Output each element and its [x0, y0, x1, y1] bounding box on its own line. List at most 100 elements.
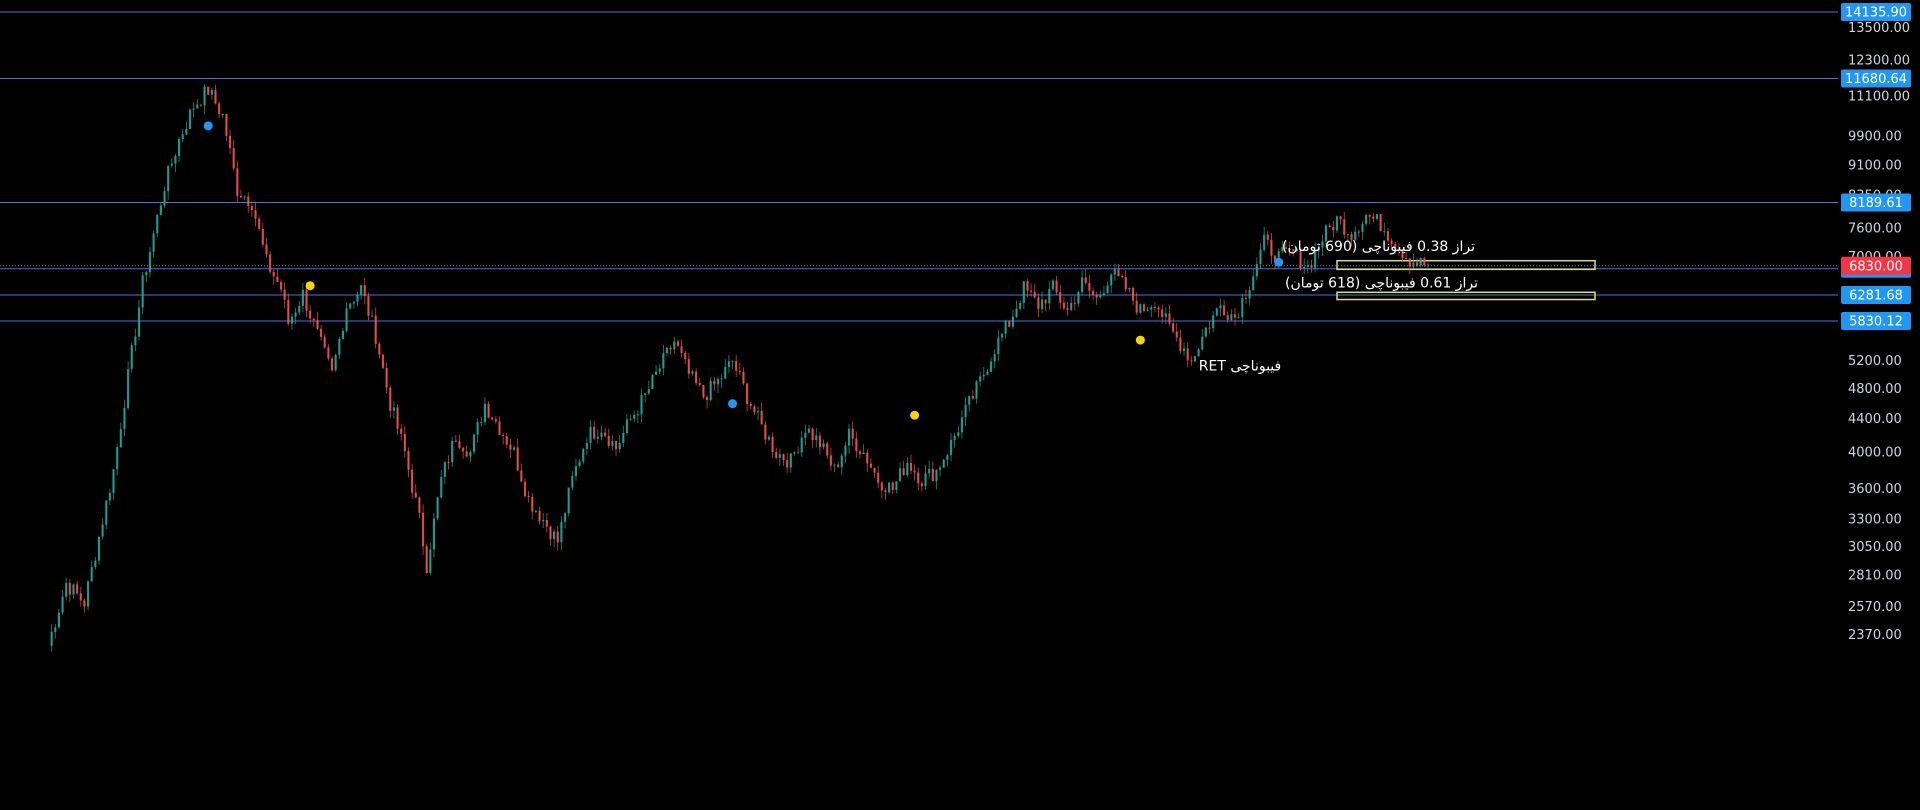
candle-body [483, 403, 487, 423]
candle-body [421, 512, 425, 547]
candle-body [935, 469, 938, 481]
candle-body [1172, 323, 1175, 332]
candle-body [1135, 300, 1138, 313]
candle-body [822, 443, 825, 448]
candle-body [862, 452, 865, 455]
y-axis-tick-label: 3050.00 [1848, 540, 1902, 555]
candle-body [1128, 287, 1131, 290]
candle-body [563, 513, 567, 522]
candle-body [349, 303, 352, 309]
candle-body [1343, 219, 1346, 235]
candle-body [1266, 234, 1269, 240]
candle-body [1248, 290, 1251, 299]
candle-body [239, 195, 243, 198]
candle-body [851, 428, 854, 439]
y-axis-tick-label: 4800.00 [1848, 382, 1902, 397]
candle-body [1335, 216, 1339, 231]
candle-body [418, 497, 421, 513]
candle-body [1095, 294, 1098, 298]
candle-body [636, 414, 639, 416]
signal-marker-yellow [910, 410, 920, 420]
candle-body [1110, 274, 1113, 286]
candle-body [1040, 299, 1044, 310]
candle-body [167, 165, 170, 192]
candle-body [1375, 214, 1379, 219]
candle-body [1226, 315, 1229, 320]
candle-body [837, 464, 840, 468]
candle-body [425, 546, 428, 574]
candle-body [1011, 316, 1014, 327]
candle-body [199, 104, 203, 106]
candle-body [971, 396, 974, 399]
candle-body [898, 468, 902, 482]
candle-body [1146, 309, 1149, 311]
candle-body [119, 429, 122, 448]
candle-body [1113, 269, 1116, 275]
candle-body [465, 451, 468, 457]
candle-body [443, 462, 446, 477]
candle-body [1357, 231, 1360, 233]
candle-body [968, 396, 971, 405]
candle-body [1182, 348, 1186, 351]
candle-body [1142, 304, 1146, 311]
candle-body [997, 337, 1000, 355]
candle-body [156, 214, 159, 234]
candle-body [1270, 239, 1273, 256]
candle-body [330, 358, 334, 371]
candle-body [687, 359, 690, 374]
candle-body [436, 497, 439, 519]
candle-body [163, 191, 166, 206]
candle-body [392, 407, 396, 411]
price-chart[interactable]: تراز 0.38 فیبوناچی (690 تومان) تراز 0.61 … [0, 0, 1920, 810]
candle-body [618, 443, 621, 450]
candle-body [789, 453, 792, 468]
candle-body [880, 482, 883, 491]
candle-body [1037, 297, 1040, 310]
candle-body [250, 206, 253, 210]
candle-body [247, 196, 250, 207]
candle-body [1062, 302, 1065, 309]
candle-body [298, 305, 301, 313]
candle-body [374, 315, 377, 344]
candle-body [869, 463, 872, 468]
candle-body [134, 336, 137, 346]
candle-body [746, 383, 749, 405]
candle-body [236, 168, 239, 196]
candle-body [1208, 327, 1211, 329]
candle-body [323, 336, 326, 348]
fib-ret-label: RET فیبوناچی [1199, 358, 1281, 374]
candle-body [705, 397, 709, 401]
candle-body [888, 482, 891, 493]
candle-body [1361, 223, 1364, 232]
candle-body [891, 482, 894, 490]
candle-body [97, 536, 101, 561]
candle-body [815, 435, 818, 441]
candle-body [1328, 225, 1331, 227]
signal-marker-blue [203, 121, 213, 131]
candle-body [931, 468, 934, 481]
level-price-badge-text: 8189.61 [1849, 196, 1903, 211]
candle-body [272, 271, 275, 277]
candle-body [258, 218, 261, 229]
candle-body [855, 438, 858, 452]
candle-body [432, 518, 436, 550]
candle-body [1365, 215, 1368, 224]
candle-body [844, 445, 847, 456]
candle-body [531, 496, 534, 512]
candle-body [727, 361, 730, 367]
candle-body [702, 385, 705, 398]
candle-body [218, 103, 221, 114]
candle-body [877, 472, 880, 483]
candle-body [902, 468, 905, 476]
candle-body [338, 338, 341, 355]
candle-body [498, 421, 501, 435]
candle-body [738, 370, 741, 372]
candle-body [1179, 337, 1182, 351]
candle-body [807, 428, 811, 433]
chart-canvas[interactable]: تراز 0.38 فیبوناچی (690 تومان) تراز 0.61 … [0, 0, 1920, 810]
y-axis-tick-label: 7600.00 [1848, 222, 1902, 237]
candle-body [1230, 314, 1233, 320]
candle-body [290, 316, 294, 324]
candle-body [451, 440, 454, 463]
candle-body [1190, 360, 1193, 362]
